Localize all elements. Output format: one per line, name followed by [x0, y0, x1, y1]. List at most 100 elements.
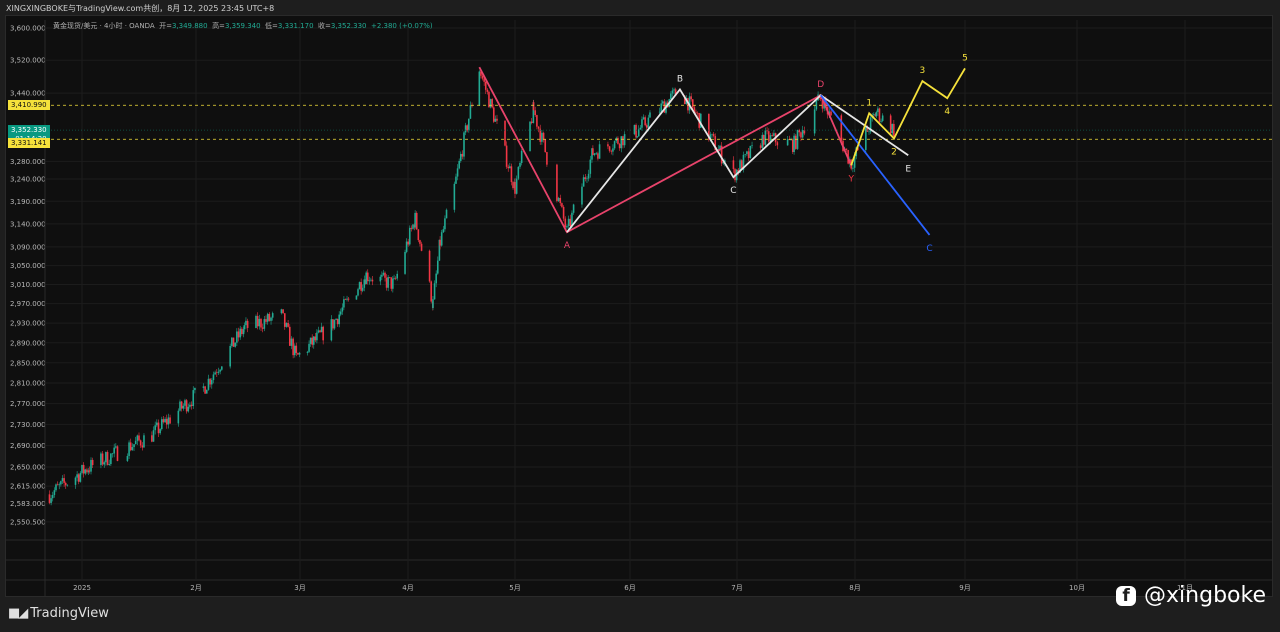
y-tick-label: 2,970.000 [10, 300, 46, 308]
candle-up [868, 131, 870, 133]
candle-down [505, 145, 508, 167]
candle-up [519, 163, 521, 167]
candle-up [489, 99, 492, 108]
candle-up [271, 313, 274, 318]
candle-down [484, 81, 487, 90]
candle-down [840, 115, 843, 141]
candle-up [381, 274, 383, 277]
candle-down [297, 352, 299, 355]
candle-down [190, 404, 193, 407]
candle-down [562, 206, 565, 219]
candle-up [773, 133, 775, 136]
candle-down [180, 401, 183, 409]
candle-up [877, 108, 879, 113]
candle-up [255, 315, 257, 328]
candle-down [282, 309, 284, 314]
candle-up [184, 400, 186, 406]
candle-down [162, 419, 165, 423]
candle-up [813, 109, 816, 134]
candle-up [658, 111, 661, 113]
candle-up [793, 135, 795, 153]
candle-up [620, 136, 623, 149]
candle-down [48, 494, 51, 503]
candle-up [234, 342, 236, 347]
candle-up [589, 159, 592, 174]
change-value: +2.380 (+0.07%) [370, 22, 433, 30]
y-tick-label: 3,520.000 [10, 57, 46, 65]
candle-up [469, 105, 472, 119]
candle-up [673, 89, 675, 91]
wave-label-D: D [817, 80, 824, 90]
y-tick-label: 2,810.000 [10, 380, 46, 388]
candle-up [509, 166, 511, 169]
low-label: 低= [265, 22, 278, 30]
candle-down [771, 135, 774, 136]
y-tick-label: 3,600.000 [10, 25, 46, 33]
candle-up [541, 132, 543, 142]
candle-down [690, 96, 692, 100]
candle-up [612, 148, 614, 152]
candle-up [217, 371, 220, 373]
y-tick-label: 2,930.000 [10, 320, 46, 328]
candle-up [361, 287, 364, 291]
candle-down [607, 144, 609, 147]
price-chart[interactable]: 3,600.000 3,520.000 3,440.000 3,280.000 3,24… [0, 0, 1280, 632]
candle-down [311, 337, 313, 345]
x-tick-label: 8月 [849, 584, 860, 592]
wave-label-C: C [730, 186, 736, 196]
y-tick-label: 3,050.000 [10, 262, 46, 270]
open-value: 3,349.880 [171, 22, 208, 30]
candle-up [343, 299, 345, 308]
symbol-label: 黄金现货/美元 · 4小时 · OANDA [53, 22, 155, 30]
candle-down [610, 150, 613, 152]
candle-up [515, 178, 518, 194]
candle-down [390, 277, 393, 289]
y-tick-label: 2,650.000 [10, 464, 46, 472]
candle-down [618, 143, 621, 149]
candle-up [414, 212, 416, 228]
candle-down [544, 139, 547, 153]
candle-up [100, 453, 102, 466]
candle-down [534, 110, 537, 116]
candle-down [288, 326, 291, 346]
open-label: 开= [159, 22, 172, 30]
candle-up [179, 401, 181, 411]
candle-up [801, 130, 804, 138]
candle-down [344, 299, 347, 300]
candle-down [417, 229, 420, 241]
tradingview-logo[interactable]: ■◢ TradingView [8, 606, 109, 621]
candle-down [246, 320, 249, 328]
candle-up [567, 218, 570, 227]
candle-up [433, 283, 436, 300]
candle-up [458, 160, 460, 169]
candle-down [366, 272, 369, 282]
candle-down [695, 112, 697, 113]
candle-up [358, 282, 361, 290]
candle-down [776, 142, 779, 146]
candle-up [566, 226, 568, 228]
candle-up [365, 272, 367, 284]
last-price: 3,352.330 [11, 126, 47, 135]
candle-up [312, 336, 315, 345]
candle-up [852, 167, 854, 169]
candle-down [584, 177, 587, 180]
wave-label-5: 5 [962, 53, 968, 63]
candle-up [382, 272, 385, 275]
candle-up [749, 145, 752, 159]
candle-up [58, 484, 61, 486]
candle-up [143, 435, 145, 448]
candle-up [392, 278, 394, 289]
candle-down [419, 240, 421, 244]
candle-down [496, 118, 498, 121]
candle-up [154, 425, 156, 431]
candle-down [767, 131, 770, 142]
candle-down [360, 282, 362, 291]
candle-up [456, 168, 459, 177]
candle-up [66, 484, 69, 486]
candle-down [461, 153, 464, 157]
candle-up [81, 464, 83, 473]
lower-line-price-tag: 3,331.141 [8, 138, 50, 149]
candle-up [51, 495, 54, 499]
candle-up [891, 123, 894, 134]
candle-down [830, 111, 832, 116]
